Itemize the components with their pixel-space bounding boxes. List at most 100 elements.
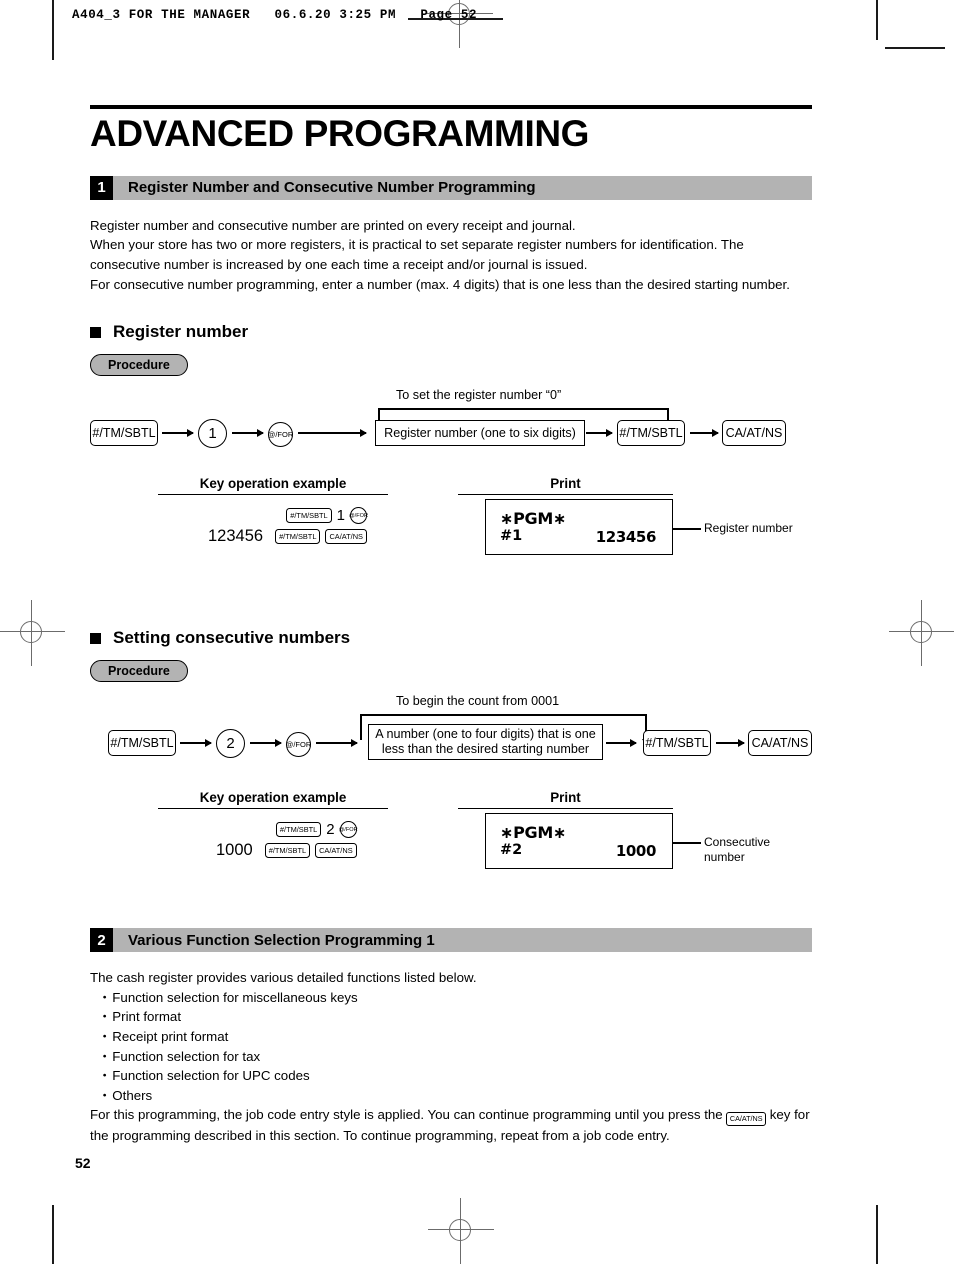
flow-arrow-2a [180,739,212,747]
print-callout-line-2 [673,842,701,844]
flow-bypass-label-1: To set the register number “0” [396,388,562,403]
key-sequence-1: #/TM/SBTL 1 @/FOR 123456 #/TM/SBTL CA/AT… [208,504,368,546]
section-2-outro: For this programming, the job code entry… [90,1105,812,1145]
print-receipt-value-1: 123456 [595,528,657,547]
print-receipt-box-1: ∗PGM∗ #1 123456 [485,499,673,556]
list-item: Receipt print format [90,1027,812,1047]
flow-key-digit-2[interactable]: 2 [216,729,245,759]
inline-key-ca-at-ns[interactable]: CA/AT/NS [726,1112,767,1127]
trim-mark-horizontal-top-right [885,47,945,49]
flow-input-box-register-number[interactable]: Register number (one to six digits) [375,420,585,447]
section-header-2: 2 Various Function Selection Programming… [90,928,812,953]
trim-mark-left-top [52,0,54,60]
flow-bypass-top-line-2 [360,714,646,716]
small-key-digit-2: 2 [326,821,335,839]
section-header-1: 1 Register Number and Consecutive Number… [90,175,812,200]
print-heading-2: Print [458,790,673,810]
section-2-outro-part1: For this programming, the job code entry… [90,1107,723,1123]
flow-key-ca-at-ns-1[interactable]: CA/AT/NS [722,420,786,447]
flow-key-at-for-1[interactable]: @/FOR [268,422,293,448]
print-receipt-title-2: ∗PGM∗ [500,823,567,843]
flow-key-tm-sbtl-2[interactable]: #/TM/SBTL [617,420,685,447]
print-callout-label-1: Register number [704,521,793,536]
flow-key-digit-1[interactable]: 1 [198,419,227,449]
flow-input-box-consecutive-number[interactable]: A number (one to four digits) that is on… [368,724,603,761]
section-2-intro: The cash register provides various detai… [90,970,477,986]
registration-mark-right [889,600,954,666]
page-header-slug: A404_3 FOR THE MANAGER 06.6.20 3:25 PM P… [72,8,478,22]
procedure-badge-2: Procedure [90,660,188,683]
section-2-feature-list: Function selection for miscellaneous key… [90,988,812,1106]
flow-arrow-2c [316,739,358,747]
registration-mark-ring [910,621,932,643]
example-row-register-number: Key operation example Print #/TM/SBTL 1 … [90,476,812,586]
print-receipt-code-1: #1 [500,528,523,545]
key-sequence-2: #/TM/SBTL 2 @/FOR 1000 #/TM/SBTL CA/AT/N… [216,818,358,860]
small-key-at-for-1[interactable]: @/FOR [349,507,368,525]
procedure-badge-1: Procedure [90,354,188,377]
flow-arrow-2d [606,739,637,747]
section-number-badge-1: 1 [90,175,113,200]
key-sequence-amount-2: 1000 [216,841,253,860]
square-bullet-icon [90,632,101,644]
section-1-paragraph-2: When your store has two or more register… [90,237,744,273]
small-key-digit-1: 1 [336,507,345,525]
registration-mark-left [0,600,65,666]
registration-mark-ring [20,621,42,643]
small-key-tm-sbtl-1[interactable]: #/TM/SBTL [286,508,332,524]
flow-key-tm-sbtl-4[interactable]: #/TM/SBTL [643,730,711,757]
flow-bypass-top-line-1 [378,408,668,410]
flow-key-tm-sbtl-1[interactable]: #/TM/SBTL [90,420,158,447]
page-number: 52 [75,1155,91,1171]
key-sequence-amount-1: 123456 [208,527,264,546]
small-key-tm-sbtl-2[interactable]: #/TM/SBTL [275,529,321,545]
section-title-2: Various Function Selection Programming 1 [113,928,812,953]
small-key-ca-at-ns-2[interactable]: CA/AT/NS [315,843,357,859]
section-number-badge-2: 2 [90,928,113,953]
subsection-heading-label: Register number [113,322,249,342]
page-content: ADVANCED PROGRAMMING 1 Register Number a… [90,105,812,1146]
list-item: Function selection for UPC codes [90,1066,812,1086]
flow-arrow-1d [586,429,613,437]
small-key-tm-sbtl-3[interactable]: #/TM/SBTL [275,822,322,838]
flow-diagram-consecutive-numbers: To begin the count from 0001 #/TM/SBTL 2… [90,694,812,768]
flow-arrow-2e [716,739,745,747]
print-receipt-code-2: #2 [500,842,523,859]
page-title: ADVANCED PROGRAMMING [90,113,590,154]
square-bullet-icon [90,326,101,338]
flow-key-tm-sbtl-3[interactable]: #/TM/SBTL [108,730,176,757]
flow-arrow-1c [298,429,367,437]
key-operation-example-heading-1: Key operation example [158,476,388,496]
list-item: Others [90,1086,812,1106]
flow-arrow-1e [690,429,719,437]
key-sequence-row-1: #/TM/SBTL 1 @/FOR [286,507,368,525]
print-callout-label-2: Consecutive number [704,835,771,864]
trim-mark-left-bottom [52,1205,54,1264]
subsection-heading-register-number: Register number [90,322,812,342]
key-sequence-row-2: 123456 #/TM/SBTL CA/AT/NS [208,527,367,546]
registration-mark-ring [449,1219,471,1241]
chapter-title-rule [90,105,812,109]
print-heading-1: Print [458,476,673,496]
list-item: Function selection for tax [90,1047,812,1067]
print-receipt-title-1: ∗PGM∗ [500,509,567,529]
small-key-at-for-2[interactable]: @/FOR [339,821,358,839]
section-title-1: Register Number and Consecutive Number P… [113,175,812,200]
list-item: Function selection for miscellaneous key… [90,988,812,1008]
subsection-heading-consecutive-numbers: Setting consecutive numbers [90,628,812,648]
key-sequence-row-2: 1000 #/TM/SBTL CA/AT/NS [216,841,357,860]
section-1-body: Register number and consecutive number a… [90,216,812,294]
flow-arrow-2b [250,739,282,747]
trim-mark-right-bottom [876,1205,878,1264]
subsection-heading-label: Setting consecutive numbers [113,628,351,648]
print-callout-line-1 [673,528,701,530]
trim-mark-right-top [876,0,878,40]
print-receipt-value-2: 1000 [615,842,657,861]
flow-key-ca-at-ns-2[interactable]: CA/AT/NS [748,730,812,757]
flow-key-at-for-2[interactable]: @/FOR [286,732,311,758]
flow-diagram-register-number: To set the register number “0” #/TM/SBTL… [90,388,812,454]
small-key-tm-sbtl-4[interactable]: #/TM/SBTL [264,843,311,859]
small-key-ca-at-ns-1[interactable]: CA/AT/NS [325,529,367,545]
list-item: Print format [90,1007,812,1027]
section-2-body: The cash register provides various detai… [90,968,812,1146]
